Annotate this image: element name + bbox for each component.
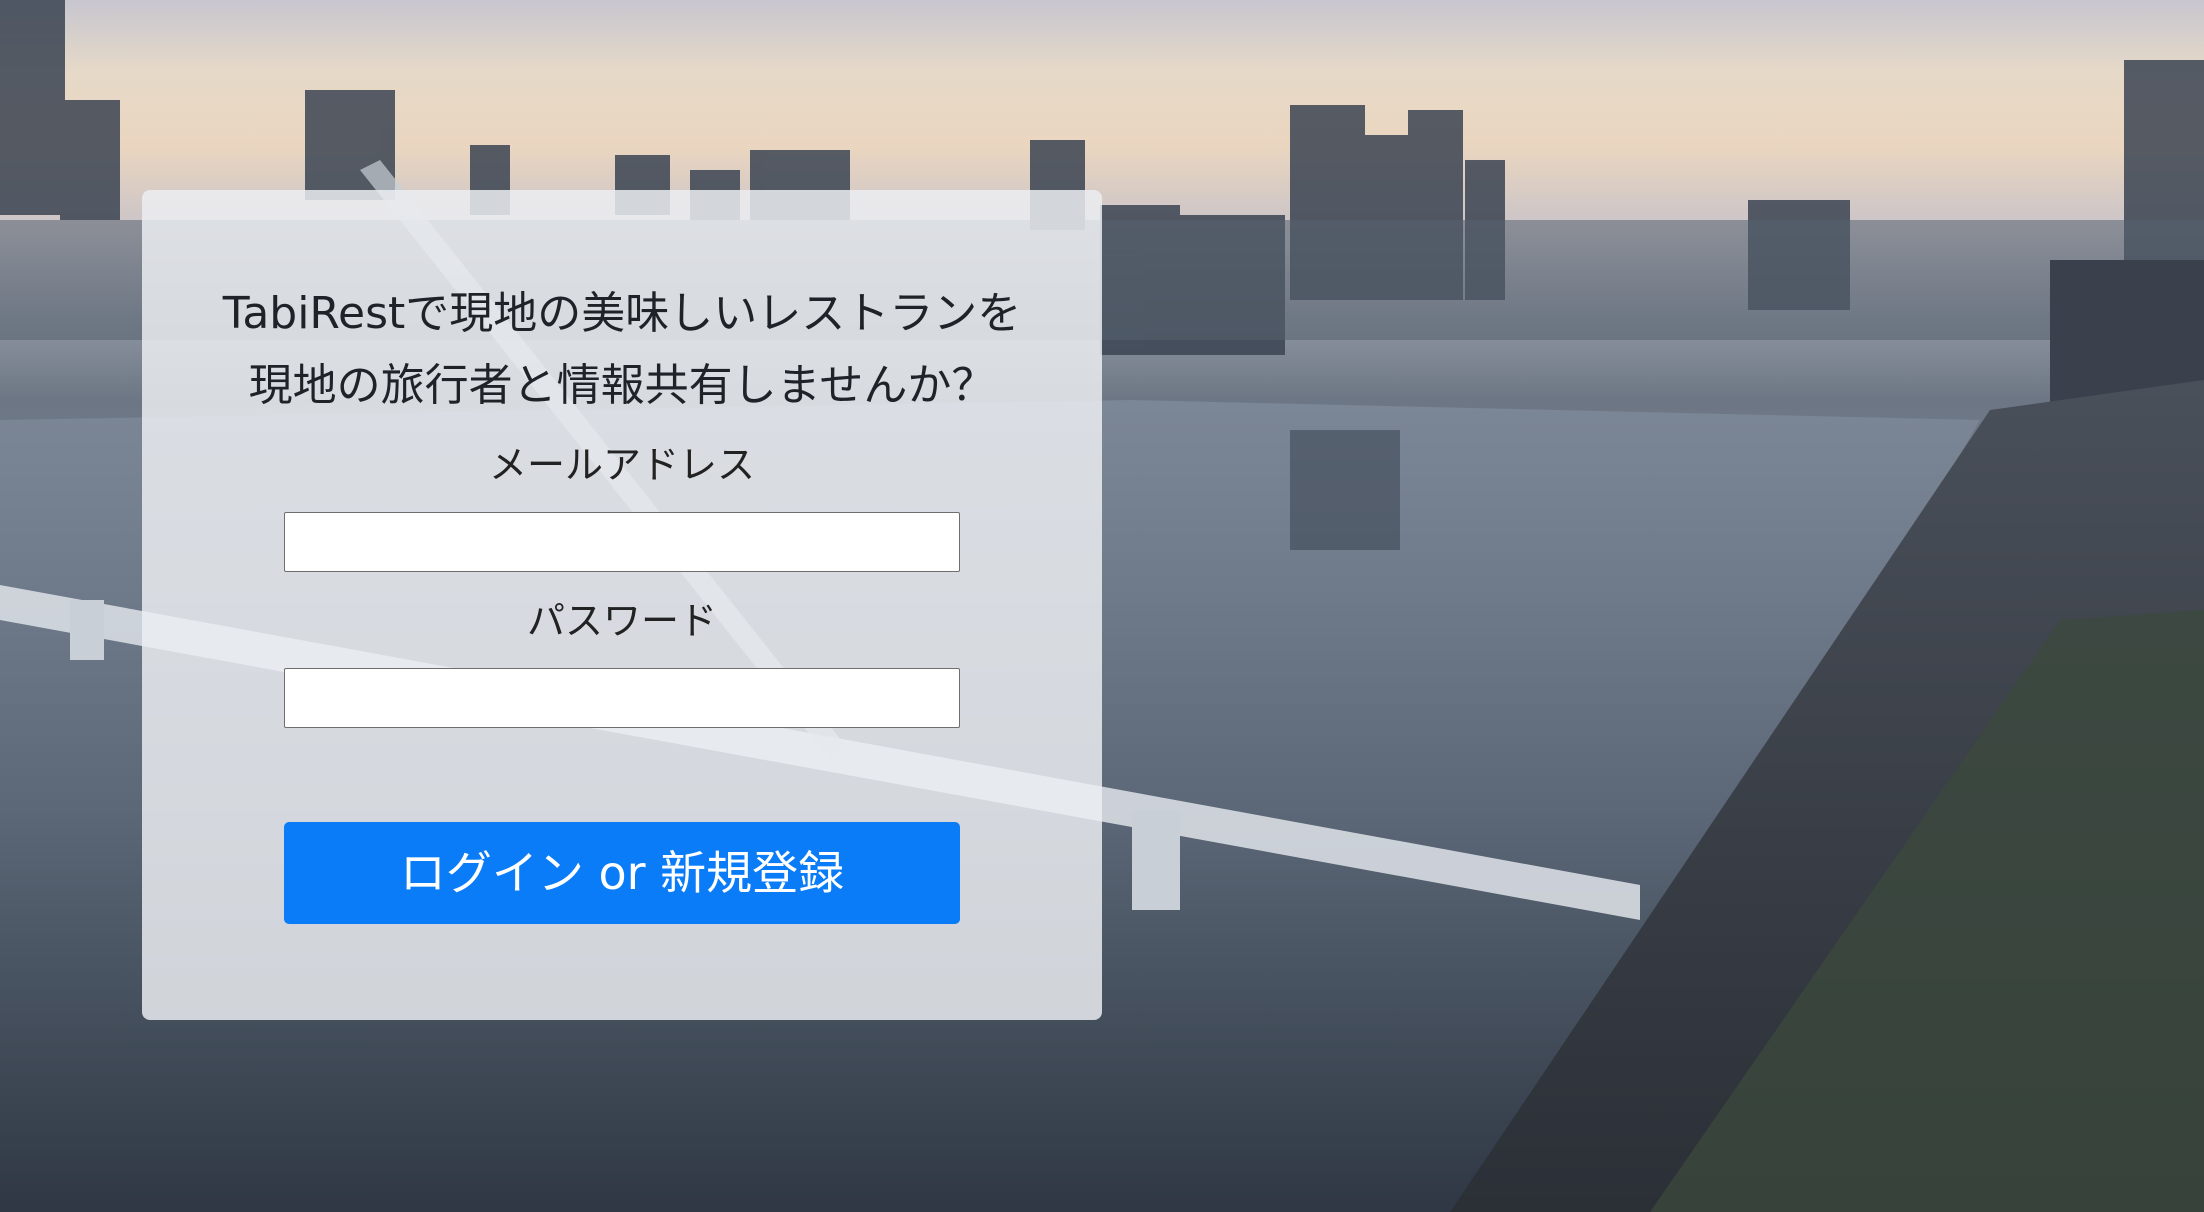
email-field[interactable] — [284, 512, 960, 572]
building-reflection — [1290, 430, 1400, 550]
headline-line-2: 現地の旅行者と情報共有しませんか？ — [248, 360, 996, 411]
headline-line-1: TabiRestで現地の美味しいレストランを — [222, 288, 1022, 339]
email-label: メールアドレス — [488, 443, 755, 487]
password-label: パスワード — [526, 599, 717, 643]
bridge-pillar-1 — [70, 600, 104, 660]
password-field[interactable] — [284, 668, 960, 728]
login-card: TabiRestで現地の美味しいレストランを 現地の旅行者と情報共有しませんか？… — [142, 190, 1102, 1020]
headline: TabiRestで現地の美味しいレストランを 現地の旅行者と情報共有しませんか？ — [142, 278, 1102, 422]
login-or-register-button[interactable]: ログイン or 新規登録 — [284, 822, 960, 924]
bridge-pillar-2 — [1132, 810, 1180, 910]
